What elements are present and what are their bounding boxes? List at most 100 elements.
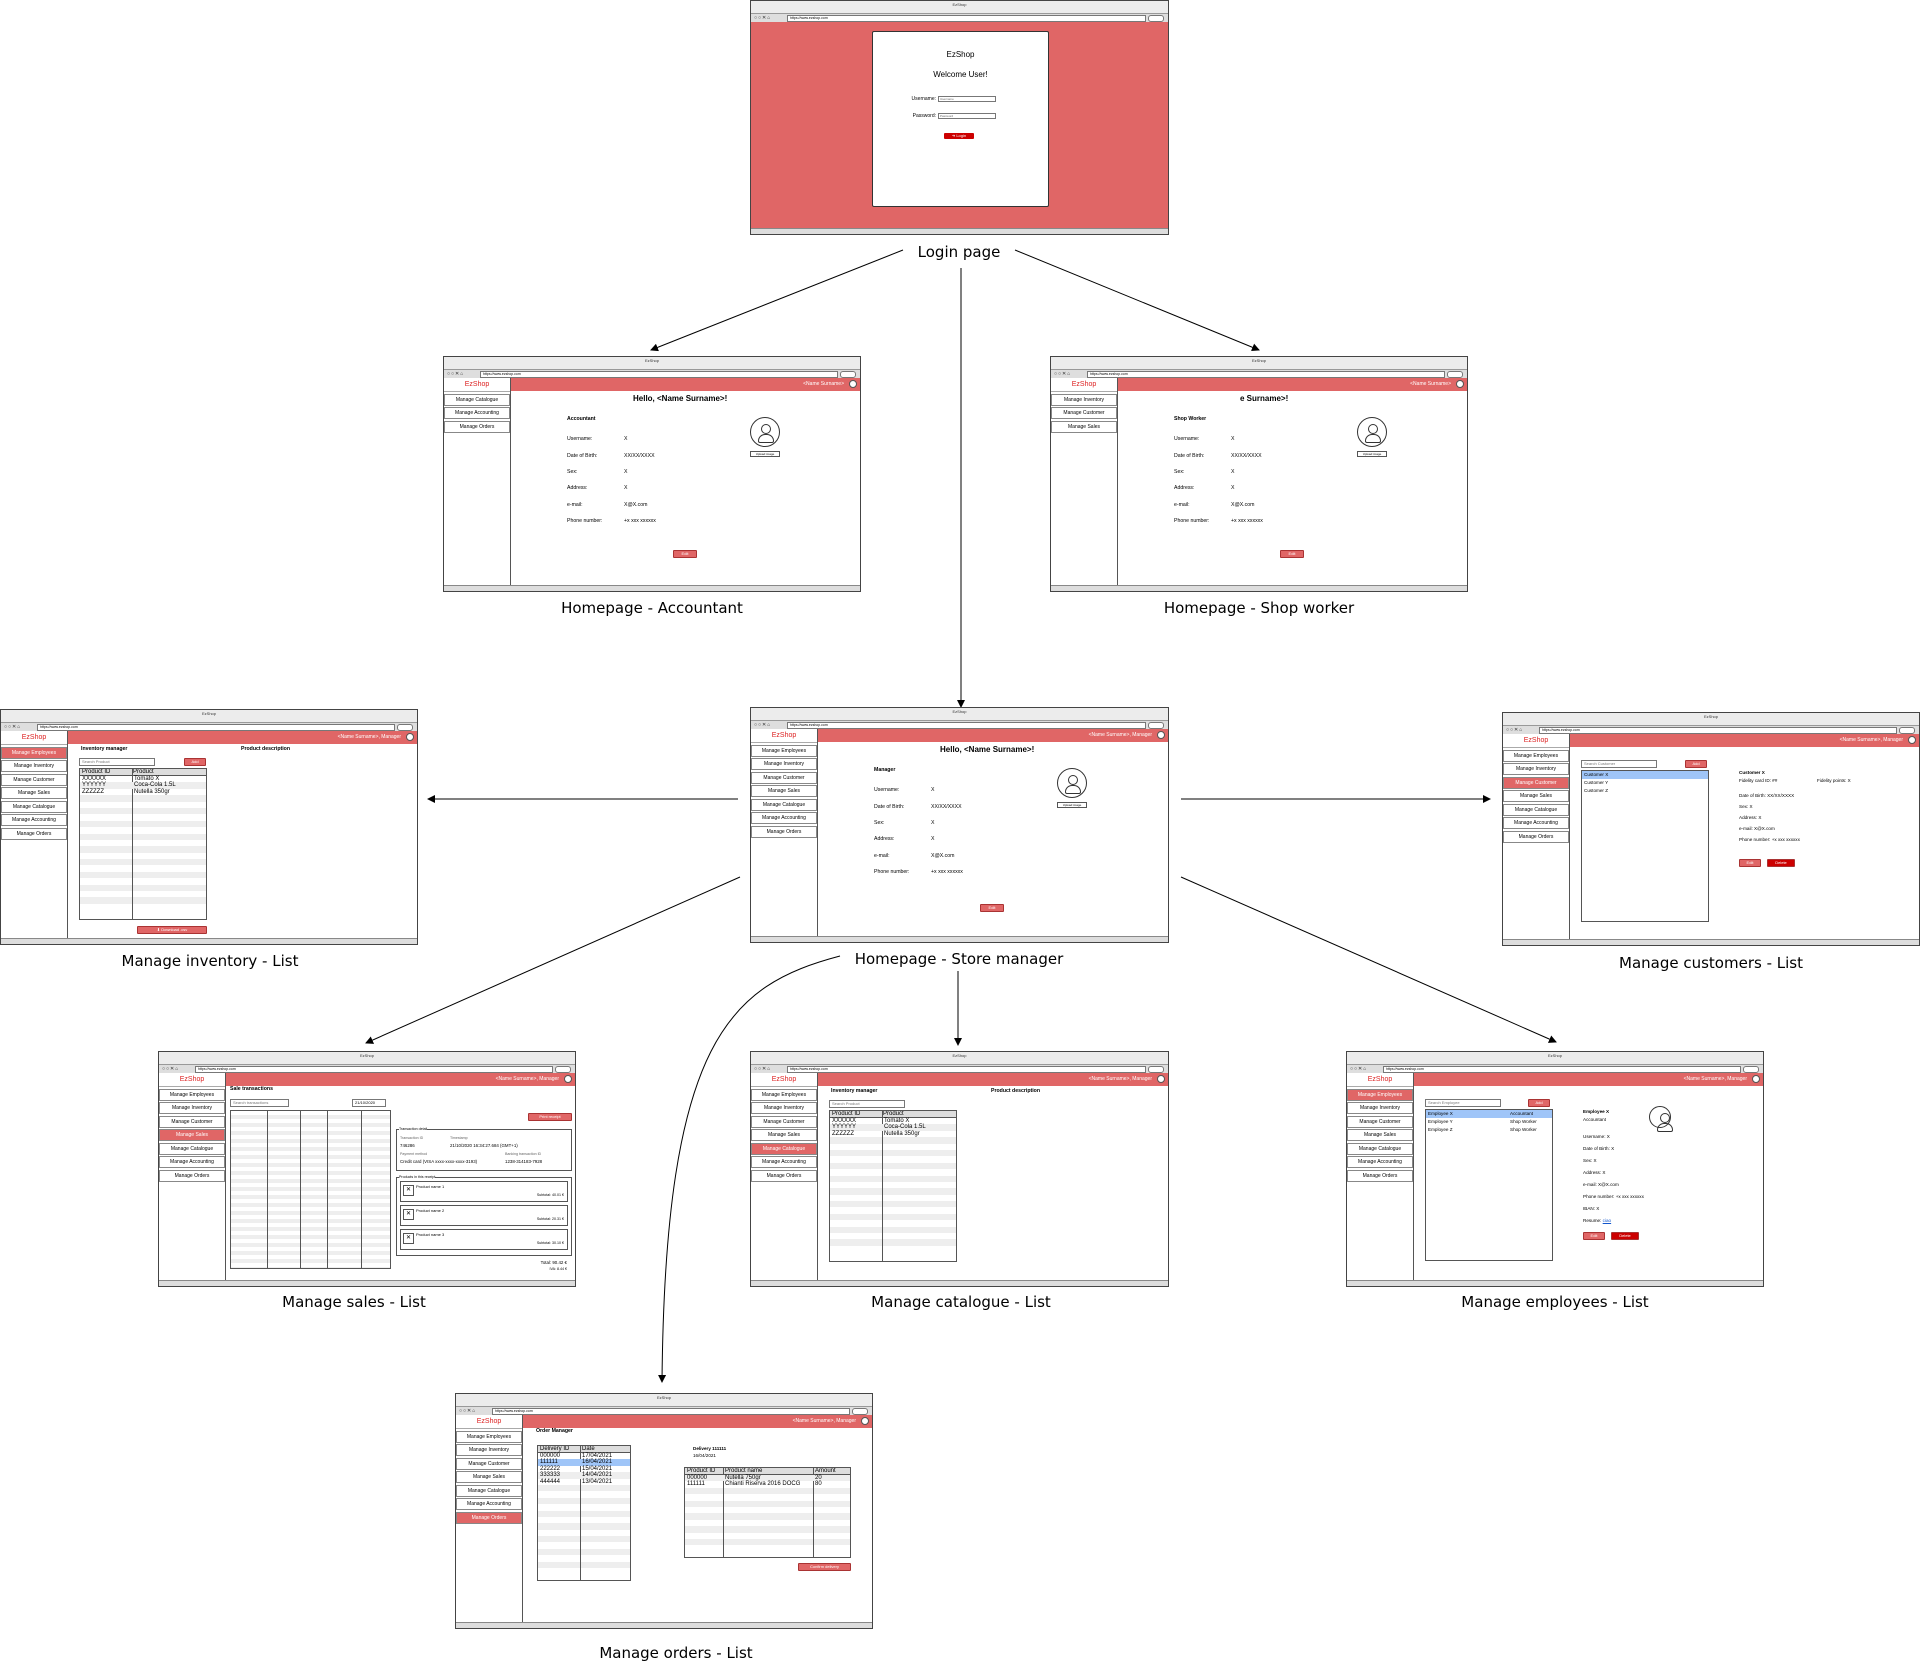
product-item[interactable]: ✕ Product name 2 Subtotal: 20.31 €	[400, 1205, 568, 1226]
list-item[interactable]: Customer Y	[1582, 779, 1708, 787]
sidebar-item-inventory[interactable]: Manage Inventory	[751, 758, 817, 770]
nav-icons[interactable]: ○○✕⌂	[754, 15, 771, 21]
sidebar-item-inventory[interactable]: Manage Inventory	[159, 1102, 225, 1114]
list-item[interactable]: Customer Z	[1582, 787, 1708, 795]
search-input[interactable]: Search Product	[829, 1100, 905, 1108]
customer-list[interactable]: Customer X Customer Y Customer Z	[1581, 770, 1709, 922]
sidebar-item-catalogue[interactable]: Manage Catalogue	[456, 1484, 522, 1497]
sidebar-item-customer[interactable]: Manage Customer	[1051, 407, 1117, 419]
sidebar-item-accounting[interactable]: Manage Accounting	[1, 814, 67, 826]
search-pill[interactable]	[1743, 1066, 1759, 1073]
employee-list[interactable]: Employee X Accountant Employee Y Shop Work…	[1425, 1109, 1553, 1261]
user-name[interactable]: <Name Surname>, Manager	[338, 734, 401, 740]
url-field[interactable]: https://www.ezshop.com	[787, 722, 1146, 729]
delivery-products-table[interactable]: Product ID Product name Amount 000000 Nutel…	[684, 1467, 851, 1558]
upload-image-button[interactable]: Upload image	[750, 451, 780, 457]
url-field[interactable]: https://www.ezshop.com	[787, 15, 1146, 22]
nav-icons[interactable]: ○○✕⌂	[1506, 727, 1523, 733]
add-button[interactable]: Add	[1685, 760, 1707, 768]
sidebar-item-sales[interactable]: Manage Sales	[1051, 420, 1117, 433]
list-item[interactable]: Employee Z Shop Worker	[1426, 1126, 1552, 1134]
add-button[interactable]: Add	[1528, 1099, 1550, 1107]
sidebar-item-customer[interactable]: Manage Customer	[159, 1115, 225, 1128]
product-item[interactable]: ✕ Product name 1 Subtotal: 40.01 €	[400, 1181, 568, 1202]
sidebar-item-catalogue[interactable]: Manage Catalogue	[444, 393, 510, 406]
sidebar-item-orders[interactable]: Manage Orders	[751, 825, 817, 838]
sidebar-item-sales[interactable]: Manage Sales	[159, 1129, 225, 1141]
url-field[interactable]: https://www.ezshop.com	[492, 1408, 850, 1415]
url-field[interactable]: https://www.ezshop.com	[1087, 371, 1445, 378]
search-transactions-input[interactable]: Search transactions	[230, 1099, 289, 1107]
user-icon[interactable]	[861, 1417, 869, 1425]
sidebar-item-employees[interactable]: Manage Employees	[1, 746, 67, 759]
confirm-delivery-button[interactable]: Confirm delivery	[798, 1563, 851, 1571]
search-pill[interactable]	[1148, 1066, 1164, 1073]
table-row[interactable]: 444444 13/04/2021	[538, 1479, 630, 1485]
add-button[interactable]: Add	[184, 758, 206, 766]
edit-button[interactable]: Edit	[673, 550, 697, 558]
transactions-table[interactable]	[230, 1110, 391, 1269]
sidebar-item-inventory[interactable]: Manage Inventory	[1051, 393, 1117, 406]
search-customer-input[interactable]: Search Customer	[1581, 760, 1657, 768]
sidebar-item-customer[interactable]: Manage Customer	[1503, 776, 1569, 789]
username-input[interactable]: Username	[938, 96, 996, 102]
search-pill[interactable]	[1447, 371, 1463, 378]
sidebar-item-orders[interactable]: Manage Orders	[159, 1169, 225, 1182]
password-input[interactable]: Password	[938, 113, 996, 119]
sidebar-item-accounting[interactable]: Manage Accounting	[456, 1498, 522, 1510]
user-name[interactable]: <Name Surname>, Manager	[793, 1418, 856, 1424]
sidebar-item-catalogue[interactable]: Manage Catalogue	[1347, 1142, 1413, 1155]
sidebar-item-catalogue[interactable]: Manage Catalogue	[751, 798, 817, 811]
url-field[interactable]: https://www.ezshop.com	[1383, 1066, 1741, 1073]
nav-icons[interactable]: ○○✕⌂	[459, 1408, 476, 1414]
search-pill[interactable]	[397, 724, 413, 731]
sidebar-item-accounting[interactable]: Manage Accounting	[159, 1156, 225, 1168]
user-name[interactable]: <Name Surname>, Manager	[496, 1076, 559, 1082]
product-item[interactable]: ✕ Product name 3 Subtotal: 30.10 €	[400, 1229, 568, 1250]
download-csv-button[interactable]: ⬇ Download .csv	[137, 926, 207, 934]
sidebar-item-sales[interactable]: Manage Sales	[1347, 1129, 1413, 1141]
sidebar-item-orders[interactable]: Manage Orders	[1347, 1169, 1413, 1182]
user-icon[interactable]	[1908, 736, 1916, 744]
nav-icons[interactable]: ○○✕⌂	[447, 371, 464, 377]
list-item[interactable]: Employee X Accountant	[1426, 1110, 1552, 1118]
sidebar-item-inventory[interactable]: Manage Inventory	[1, 760, 67, 772]
delivery-table[interactable]: Delivery ID Date 000000 17/04/2021 111111 1…	[537, 1445, 631, 1581]
sidebar-item-accounting[interactable]: Manage Accounting	[751, 812, 817, 824]
sidebar-item-customer[interactable]: Manage Customer	[1, 773, 67, 786]
edit-button[interactable]: Edit	[1739, 859, 1761, 867]
edit-button[interactable]: Edit	[980, 904, 1004, 912]
user-icon[interactable]	[849, 380, 857, 388]
search-input[interactable]: Search Product	[79, 758, 155, 766]
delete-button[interactable]: Delete	[1767, 859, 1795, 867]
sidebar-item-orders[interactable]: Manage Orders	[751, 1169, 817, 1182]
sidebar-item-inventory[interactable]: Manage Inventory	[751, 1102, 817, 1114]
product-table[interactable]: Product ID Product XXXXXX Tomato X YYYYYY C…	[829, 1110, 957, 1262]
user-icon[interactable]	[1456, 380, 1464, 388]
table-row[interactable]: 111111 Chianti Riserva 2016 DOCG 80	[685, 1481, 850, 1487]
sidebar-item-inventory[interactable]: Manage Inventory	[1347, 1102, 1413, 1114]
sidebar-item-accounting[interactable]: Manage Accounting	[444, 407, 510, 419]
sidebar-item-orders[interactable]: Manage Orders	[444, 420, 510, 433]
sidebar-item-customer[interactable]: Manage Customer	[751, 771, 817, 784]
nav-icons[interactable]: ○○✕⌂	[754, 1066, 771, 1072]
sidebar-item-orders[interactable]: Manage Orders	[456, 1511, 522, 1524]
sidebar-item-customer[interactable]: Manage Customer	[751, 1115, 817, 1128]
edit-button[interactable]: Edit	[1280, 550, 1304, 558]
sidebar-item-orders[interactable]: Manage Orders	[1503, 830, 1569, 843]
user-icon[interactable]	[564, 1075, 572, 1083]
search-pill[interactable]	[852, 1408, 868, 1415]
sidebar-item-accounting[interactable]: Manage Accounting	[1347, 1156, 1413, 1168]
user-name[interactable]: <Name Surname>, Manager	[1089, 1076, 1152, 1082]
user-icon[interactable]	[1752, 1075, 1760, 1083]
sidebar-item-catalogue[interactable]: Manage Catalogue	[751, 1142, 817, 1155]
sidebar-item-sales[interactable]: Manage Sales	[1503, 790, 1569, 802]
sidebar-item-employees[interactable]: Manage Employees	[1347, 1088, 1413, 1101]
sidebar-item-inventory[interactable]: Manage Inventory	[1503, 763, 1569, 775]
print-receipt-button[interactable]: Print receipt	[528, 1113, 572, 1121]
url-field[interactable]: https://www.ezshop.com	[787, 1066, 1146, 1073]
sidebar-item-employees[interactable]: Manage Employees	[456, 1430, 522, 1443]
search-pill[interactable]	[840, 371, 856, 378]
user-name[interactable]: <Name Surname>	[803, 381, 844, 387]
user-name[interactable]: <Name Surname>, Manager	[1684, 1076, 1747, 1082]
